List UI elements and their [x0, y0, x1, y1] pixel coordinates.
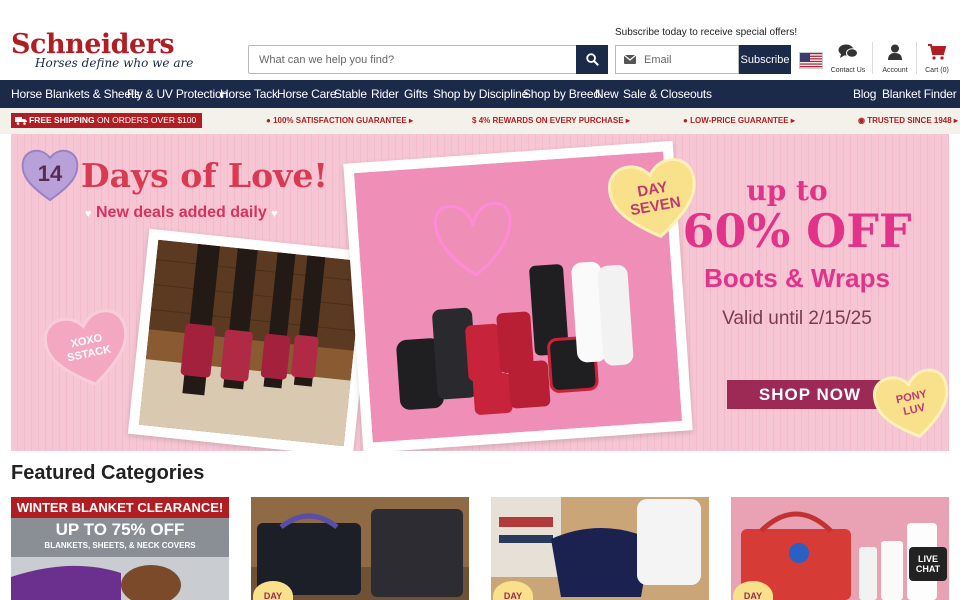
nav-item-stable[interactable]: Stable — [334, 87, 367, 101]
nav-item-gifts[interactable]: Gifts — [404, 87, 428, 101]
free-shipping-banner[interactable]: FREE SHIPPING ON ORDERS OVER $100 — [11, 113, 203, 128]
promo-rewards-label: 4% REWARDS ON EVERY PURCHASE — [478, 116, 624, 125]
truck-icon — [15, 117, 27, 125]
offer-up-to: up to — [746, 174, 828, 207]
nav-item-rider[interactable]: Rider — [371, 87, 399, 101]
live-chat-line2: CHAT — [915, 564, 941, 574]
hero-offer: up to 60% OFF Boots & Wraps Valid until … — [682, 174, 927, 330]
search-bar — [248, 45, 608, 74]
handshake-icon: ◉ — [858, 116, 865, 125]
nav-item-shop-by-discipline[interactable]: Shop by Discipline — [433, 87, 528, 101]
heart-pony-luv: PONY LUV — [868, 361, 949, 447]
promo-rewards[interactable]: $ 4% REWARDS ON EVERY PURCHASE ▸ — [472, 116, 630, 125]
dollar-icon: $ — [472, 116, 477, 125]
newsletter-label: Subscribe today to receive special offer… — [615, 27, 798, 38]
nav-item-horse-tack[interactable]: Horse Tack — [220, 87, 278, 101]
heart-xoxo: XOXO SSTACK — [38, 300, 139, 396]
category-card-bags[interactable]: DAY — [251, 497, 469, 600]
page: Schneiders Horses define who we are Subs… — [0, 0, 960, 600]
hero-subtitle: ♥ New deals added daily ♥ — [85, 204, 278, 222]
brand-logo[interactable]: Schneiders Horses define who we are — [11, 30, 193, 71]
chevron-right-icon: ▸ — [953, 116, 958, 125]
subscribe-button[interactable]: Subscribe — [739, 45, 791, 74]
tag-icon: ● — [683, 116, 688, 125]
cart-label: Cart (0) — [925, 67, 949, 74]
chevron-right-icon: ▸ — [408, 116, 413, 125]
featured-categories-title: Featured Categories — [11, 462, 205, 484]
chevron-right-icon: ▸ — [790, 116, 795, 125]
email-input[interactable] — [644, 53, 734, 66]
category-card-winter-blankets[interactable]: WINTER BLANKET CLEARANCE! UP TO 75% OFF … — [11, 497, 229, 600]
account-label: Account — [882, 67, 908, 74]
promo-satisfaction-label: 100% SATISFACTION GUARANTEE — [273, 116, 407, 125]
offer-product: Boots & Wraps — [704, 263, 890, 293]
nav-item-horse-care[interactable]: Horse Care — [277, 87, 337, 101]
nav-item-sale[interactable]: Sale & Closeouts — [623, 87, 712, 101]
promo-trusted-label: TRUSTED SINCE 1948 — [867, 116, 952, 125]
offer-percent: 60% OFF — [682, 204, 912, 258]
nav-item-fly-uv[interactable]: Fly & UV Protection — [127, 87, 228, 101]
heart-icon: ♥ — [85, 208, 92, 220]
hero-subtitle-text: New deals added daily — [95, 204, 267, 221]
horse-boots-photo — [127, 228, 375, 451]
cart-link[interactable]: Cart (0) — [916, 44, 958, 74]
free-shipping-suffix: ON ORDERS OVER $100 — [97, 115, 197, 125]
account-link[interactable]: Account — [874, 44, 916, 74]
contact-us-label: Contact Us — [830, 67, 866, 74]
check-circle-icon: ● — [266, 116, 271, 125]
card-headline: UP TO 75% OFF — [55, 520, 185, 539]
shopping-cart-icon — [928, 44, 947, 60]
us-flag-icon[interactable] — [799, 52, 823, 69]
promo-low-price-label: LOW-PRICE GUARANTEE — [690, 116, 789, 125]
envelope-icon — [624, 55, 636, 64]
email-field — [615, 45, 739, 74]
promo-low-price[interactable]: ● LOW-PRICE GUARANTEE ▸ — [683, 116, 795, 125]
main-nav: Horse Blankets & Sheets Fly & UV Protect… — [0, 80, 960, 108]
free-shipping-label: FREE SHIPPING — [29, 115, 95, 125]
nav-item-blog[interactable]: Blog — [853, 87, 876, 101]
offer-valid: Valid until 2/15/25 — [722, 308, 872, 329]
promo-satisfaction[interactable]: ● 100% SATISFACTION GUARANTEE ▸ — [266, 116, 413, 125]
brand-tagline: Horses define who we are — [35, 56, 194, 70]
search-icon — [585, 53, 599, 66]
card-banner: WINTER BLANKET CLEARANCE! — [11, 497, 229, 518]
live-chat-line1: LIVE — [917, 554, 938, 564]
heart-14-badge: 14 — [21, 146, 79, 202]
nav-item-horse-blankets[interactable]: Horse Blankets & Sheets — [11, 87, 140, 101]
site-header: Schneiders Horses define who we are Subs… — [0, 0, 960, 80]
contact-us-link[interactable]: Contact Us — [827, 44, 869, 74]
nav-item-shop-by-breed[interactable]: Shop by Breed — [523, 87, 600, 101]
heart-icon: ♥ — [271, 208, 278, 220]
heart-14-number: 14 — [37, 161, 63, 186]
promo-bar: FREE SHIPPING ON ORDERS OVER $100 ● 100%… — [0, 108, 960, 134]
shop-now-button[interactable]: SHOP NOW — [727, 380, 893, 409]
card-subline: BLANKETS, SHEETS, & NECK COVERS — [44, 541, 196, 550]
hero-banner[interactable]: 14 Days of Love! ♥ New deals added daily… — [11, 134, 949, 451]
nav-item-blanket-finder[interactable]: Blanket Finder — [882, 87, 957, 101]
live-chat-button[interactable]: LIVE CHAT — [909, 547, 947, 581]
user-icon — [888, 44, 902, 60]
category-card-saddle-pads[interactable]: DAY — [491, 497, 709, 600]
chat-bubbles-icon — [838, 44, 858, 58]
promo-trusted[interactable]: ◉ TRUSTED SINCE 1948 ▸ — [858, 116, 958, 125]
search-button[interactable] — [576, 45, 608, 74]
search-input[interactable] — [249, 46, 577, 73]
nav-item-new[interactable]: New — [595, 87, 619, 101]
header-divider — [872, 42, 873, 74]
hero-title: Days of Love! — [81, 156, 328, 195]
chevron-right-icon: ▸ — [625, 116, 630, 125]
